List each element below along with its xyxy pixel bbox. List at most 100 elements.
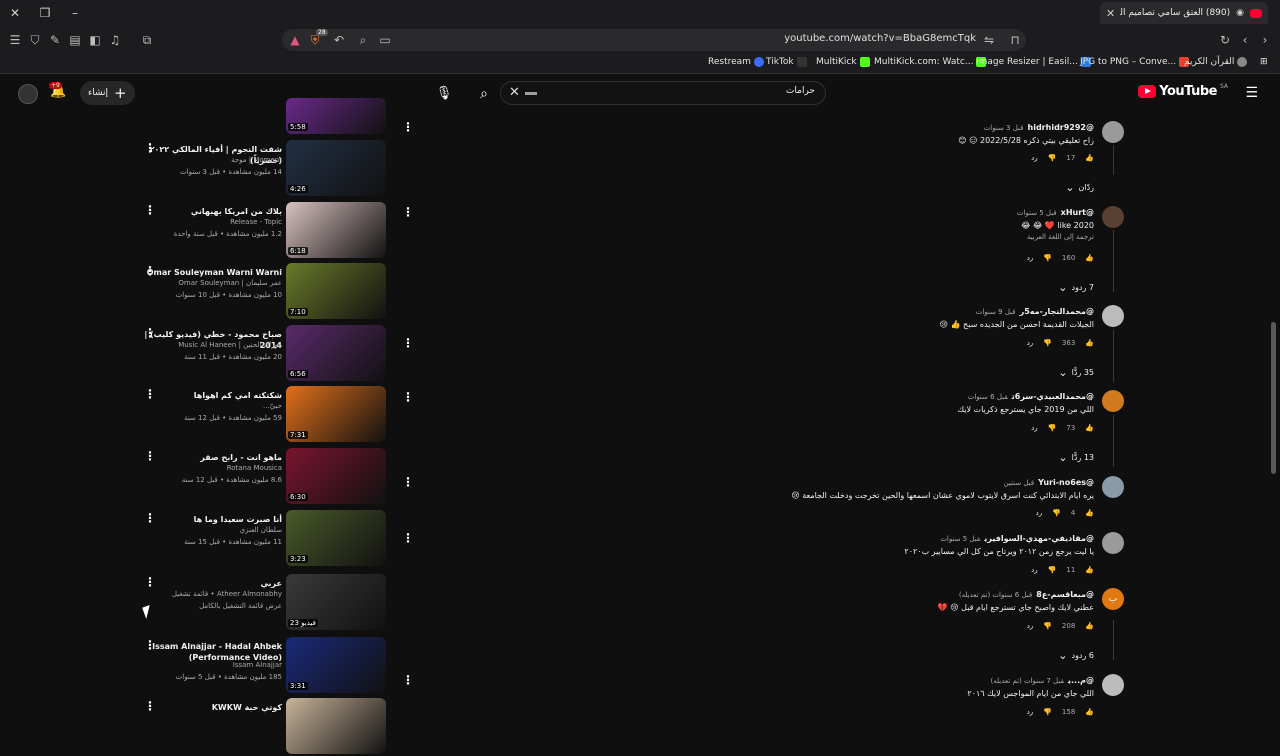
like-button[interactable]: 👍 bbox=[1085, 254, 1094, 262]
video-action-menu-icon[interactable]: ⋮ bbox=[402, 673, 414, 687]
bookmark-icon[interactable]: ⊓ bbox=[1006, 31, 1024, 49]
comment-time[interactable]: قبل 5 سنوات bbox=[1017, 209, 1057, 217]
comment-author-avatar[interactable] bbox=[1102, 532, 1124, 554]
like-button[interactable]: 👍 bbox=[1085, 154, 1094, 162]
like-button[interactable]: 👍 bbox=[1085, 566, 1094, 574]
dislike-button[interactable]: 👎 bbox=[1043, 254, 1052, 262]
comment-time[interactable]: قبل 3 سنوات bbox=[984, 124, 1024, 132]
comment-author[interactable]: @Yuri-no6es bbox=[1038, 478, 1094, 487]
dislike-button[interactable]: 👎 bbox=[1048, 424, 1057, 432]
comment-author-avatar[interactable] bbox=[1102, 390, 1124, 412]
cast-icon[interactable]: ▭ bbox=[376, 31, 394, 49]
clear-search-icon[interactable]: ✕ bbox=[509, 85, 520, 100]
comment-time[interactable]: قبل 6 سنوات (تم تعديله) bbox=[959, 591, 1032, 599]
like-button[interactable]: 👍 bbox=[1085, 339, 1094, 347]
pen-icon[interactable]: ✎ bbox=[46, 31, 64, 49]
video-action-menu-icon[interactable]: ⋮ bbox=[402, 205, 414, 219]
show-replies-button[interactable]: 35 ردًّا ⌄ bbox=[1058, 366, 1094, 379]
video-action-menu-icon[interactable]: ⋮ bbox=[144, 326, 156, 340]
bookmark-jpg-to-png[interactable]: JPG to PNG – Conve... bbox=[1080, 57, 1190, 67]
video-thumbnail[interactable] bbox=[286, 698, 386, 754]
video-thumbnail[interactable]: 7:31 bbox=[286, 386, 386, 442]
video-action-menu-icon[interactable]: ⋮ bbox=[144, 699, 156, 713]
bookmark-restream[interactable]: Restream bbox=[708, 57, 764, 67]
like-button[interactable]: 👍 bbox=[1085, 509, 1094, 517]
shield-icon[interactable]: ⛉ bbox=[26, 31, 44, 49]
reply-button[interactable]: رد bbox=[1031, 566, 1038, 574]
comment-author-avatar[interactable] bbox=[1102, 206, 1124, 228]
video-action-menu-icon[interactable]: ⋮ bbox=[402, 336, 414, 350]
reply-button[interactable]: رد bbox=[1036, 509, 1043, 517]
related-video-item[interactable]: 3:23 أنا صبرت سعيدا وما ها سلطان العنزي 11 … bbox=[140, 510, 420, 568]
dislike-button[interactable]: 👎 bbox=[1048, 154, 1057, 162]
comment-author-avatar[interactable] bbox=[1102, 476, 1124, 498]
search-icon[interactable]: ⌕ bbox=[354, 31, 372, 49]
related-video-item[interactable]: 7:10 Omar Souleyman Warni Warni عمر سليمان… bbox=[140, 263, 420, 321]
triangle-extension-icon[interactable]: ▲ bbox=[286, 31, 304, 49]
screenshot-icon[interactable]: ⧉ bbox=[138, 31, 156, 49]
forward-icon[interactable]: › bbox=[1256, 31, 1274, 49]
video-thumbnail[interactable]: 3:31 bbox=[286, 637, 386, 693]
video-action-menu-icon[interactable]: ⋮ bbox=[144, 387, 156, 401]
guide-menu-icon[interactable]: ☰ bbox=[1245, 85, 1258, 101]
show-replies-button[interactable]: 13 ردًّا ⌄ bbox=[1058, 451, 1094, 464]
music-icon[interactable]: ♫ bbox=[106, 31, 124, 49]
video-action-menu-icon[interactable]: ⋮ bbox=[144, 638, 156, 652]
video-thumbnail[interactable]: 6:18 bbox=[286, 202, 386, 258]
show-replies-button[interactable]: ردّان ⌄ bbox=[1065, 181, 1094, 194]
comment-author-avatar[interactable] bbox=[1102, 674, 1124, 696]
create-button[interactable]: إنشاء + bbox=[80, 81, 135, 105]
dislike-button[interactable]: 👎 bbox=[1048, 566, 1057, 574]
sidebar-icon[interactable]: ◧ bbox=[86, 31, 104, 49]
comment-author[interactable]: @م...ي bbox=[1068, 676, 1094, 685]
comment-time[interactable]: قبل 7 سنوات (تم تعديله) bbox=[990, 677, 1064, 685]
reply-button[interactable]: رد bbox=[1031, 154, 1038, 162]
apps-grid-icon[interactable]: ⊞ bbox=[1260, 57, 1268, 67]
related-video-item[interactable]: كوتي حبة KWKW bbox=[140, 698, 420, 756]
like-button[interactable]: 👍 bbox=[1085, 622, 1094, 630]
dislike-button[interactable]: 👎 bbox=[1043, 622, 1052, 630]
comment-time[interactable]: قبل سنتين bbox=[1004, 479, 1035, 487]
translate-link[interactable]: ترجمة إلى اللغة العربية bbox=[614, 233, 1094, 241]
back-icon[interactable]: ‹ bbox=[1236, 31, 1254, 49]
video-action-menu-icon[interactable]: ⋮ bbox=[144, 449, 156, 463]
video-action-menu-icon[interactable]: ⋮ bbox=[402, 120, 414, 134]
close-window-icon[interactable]: ✕ bbox=[6, 4, 24, 22]
video-action-menu-icon[interactable]: ⋮ bbox=[144, 264, 156, 278]
video-thumbnail[interactable]: 7:10 bbox=[286, 263, 386, 319]
like-button[interactable]: 👍 bbox=[1085, 708, 1094, 716]
related-video-item[interactable]: 3:31 Issam Alnajjar - Hadal Ahbek (Perfor… bbox=[140, 637, 420, 695]
voice-search-mic-icon[interactable]: 🎙 bbox=[432, 81, 456, 105]
menu-icon[interactable]: ☰ bbox=[6, 31, 24, 49]
bookmark-image-resizer[interactable]: Image Resizer | Easil... bbox=[976, 57, 1091, 67]
video-action-menu-icon[interactable]: ⋮ bbox=[144, 203, 156, 217]
video-thumbnail[interactable]: 23 فيديو bbox=[286, 574, 386, 630]
search-input[interactable]: ✕ حرامات bbox=[500, 81, 826, 105]
reply-button[interactable]: رد bbox=[1027, 708, 1034, 716]
video-thumbnail[interactable]: 6:56 bbox=[286, 325, 386, 381]
restore-window-icon[interactable]: ❐ bbox=[36, 4, 54, 22]
share-icon[interactable]: ⇋ bbox=[980, 31, 998, 49]
comment-author[interactable]: @مبعاقسم-ع8 bbox=[1036, 590, 1094, 599]
minimize-window-icon[interactable]: – bbox=[66, 4, 84, 22]
page-scrollbar[interactable] bbox=[1271, 322, 1276, 474]
account-avatar[interactable] bbox=[18, 84, 38, 104]
reply-button[interactable]: رد bbox=[1027, 339, 1034, 347]
dislike-button[interactable]: 👎 bbox=[1043, 339, 1052, 347]
show-replies-button[interactable]: 6 ردود ⌄ bbox=[1058, 649, 1094, 662]
comment-author-avatar[interactable] bbox=[1102, 121, 1124, 143]
dislike-button[interactable]: 👎 bbox=[1052, 509, 1061, 517]
tabs-icon[interactable]: ▤ bbox=[66, 31, 84, 49]
comment-author[interactable]: @محمدالعبيدي-سر6ت bbox=[1012, 392, 1094, 401]
related-video-item[interactable]: 6:30 ماهو انت - رابح صقر Rotana Mousica 8.6… bbox=[140, 448, 420, 506]
video-action-menu-icon[interactable]: ⋮ bbox=[402, 531, 414, 545]
like-button[interactable]: 👍 bbox=[1085, 424, 1094, 432]
comment-time[interactable]: قبل 9 سنوات bbox=[976, 308, 1016, 316]
comment-time[interactable]: قبل 6 سنوات bbox=[968, 393, 1008, 401]
dislike-button[interactable]: 👎 bbox=[1043, 708, 1052, 716]
reply-button[interactable]: رد bbox=[1027, 254, 1034, 262]
comment-author[interactable]: @محمدالنجار-مه5ر bbox=[1020, 307, 1094, 316]
tab-mute-icon[interactable]: ◉ bbox=[1236, 8, 1244, 18]
video-thumbnail[interactable]: 6:30 bbox=[286, 448, 386, 504]
related-video-item[interactable]: 23 فيديو عربي Atheer Almonabhy • قائمة تشغ… bbox=[140, 574, 420, 632]
